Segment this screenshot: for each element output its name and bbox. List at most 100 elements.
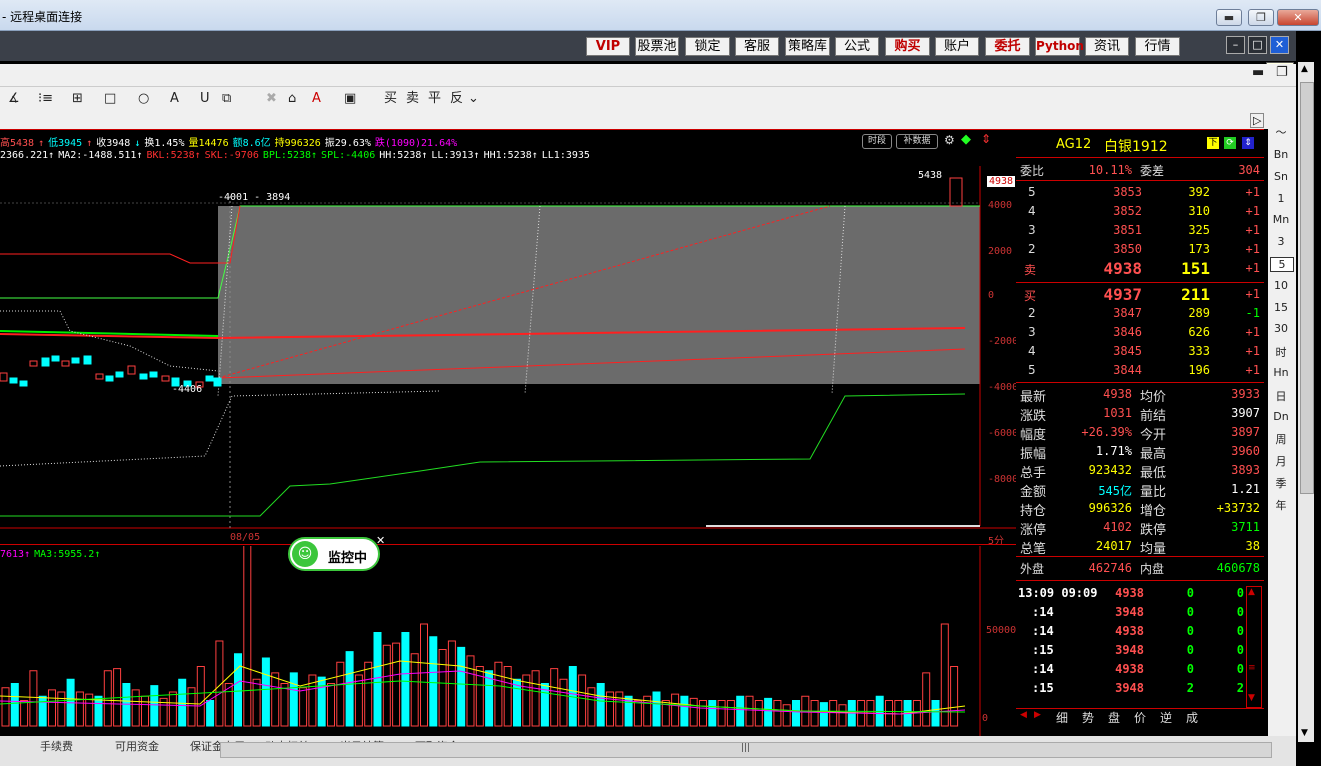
scroll-thumb[interactable] xyxy=(1300,82,1314,494)
strategy-library-button[interactable]: 策略库 xyxy=(785,37,830,56)
stat-value: 3897 xyxy=(1231,425,1260,439)
lock-icon[interactable]: ⌂ xyxy=(288,91,296,107)
quote-tab[interactable]: 逆 xyxy=(1160,709,1172,726)
vip-button[interactable]: VIP xyxy=(586,37,630,56)
scroll-up-icon[interactable]: ▲ xyxy=(1248,587,1255,597)
lock-button[interactable]: 锁定 xyxy=(685,37,730,56)
magnet-icon[interactable]: U xyxy=(200,91,210,107)
window-maximize-button[interactable]: ❐ xyxy=(1248,9,1274,26)
refresh-icon[interactable]: ⟳ xyxy=(1224,137,1236,149)
quote-tab[interactable]: 价 xyxy=(1134,709,1146,726)
period-30[interactable]: 30 xyxy=(1270,322,1292,335)
quote-tab[interactable]: 盘 xyxy=(1108,709,1120,726)
split-arrows-icon[interactable]: ⇕ xyxy=(981,132,991,146)
text-icon[interactable]: A xyxy=(170,91,179,107)
font-color-icon[interactable]: A xyxy=(312,91,321,107)
customer-service-button[interactable]: 客服 xyxy=(735,37,779,56)
period-Sn[interactable]: Sn xyxy=(1270,170,1292,183)
level-change: +1 xyxy=(1245,325,1260,339)
date-label: 08/05 xyxy=(230,532,261,543)
window-minimize-button[interactable]: ▬ xyxy=(1216,9,1242,26)
kline-chart-panel[interactable]: 高5438 ↑ 低3945 ↑ 收3948 ↓ 换1.45% 量14476 额8.6亿 持9963… xyxy=(0,129,1018,737)
period-年[interactable]: 年 xyxy=(1270,497,1292,513)
period-Hn[interactable]: Hn xyxy=(1270,366,1292,379)
trade-reverse-button[interactable]: 反 xyxy=(450,91,463,107)
expand-icon[interactable]: ▷ xyxy=(1250,113,1265,128)
market-button[interactable]: 行情 xyxy=(1135,37,1180,56)
grid-icon[interactable]: ⊞ xyxy=(72,91,83,107)
volume-bar xyxy=(299,687,308,727)
news-button[interactable]: 资讯 xyxy=(1085,37,1129,56)
tab-next-icon[interactable]: ▶ xyxy=(1034,710,1041,720)
app-close-button[interactable]: ✕ xyxy=(1270,36,1289,54)
angle-line-icon[interactable]: ∡ xyxy=(8,91,20,107)
sort-icon[interactable]: ⇕ xyxy=(1242,137,1254,149)
parallel-lines-icon[interactable]: ⁝≡ xyxy=(38,91,53,107)
info-token: 额8.6亿 xyxy=(232,138,271,149)
formula-button[interactable]: 公式 xyxy=(835,37,879,56)
period-Mn[interactable]: Mn xyxy=(1270,213,1292,226)
style-icon[interactable]: ▣ xyxy=(344,91,356,107)
trade-buy-button[interactable]: 买 xyxy=(384,91,397,107)
app-minimize-button[interactable]: – xyxy=(1226,36,1245,54)
settings-gear-icon[interactable]: ⚙ xyxy=(944,133,955,147)
period-3[interactable]: 3 xyxy=(1270,235,1292,248)
period-Bn[interactable]: Bn xyxy=(1270,148,1292,161)
more-chevron-icon[interactable]: ⌄ xyxy=(468,91,479,107)
circle-icon[interactable]: ○ xyxy=(138,91,149,107)
copy-icon[interactable]: ⧉ xyxy=(222,91,231,107)
period-季[interactable]: 季 xyxy=(1270,475,1292,491)
account-button[interactable]: 账户 xyxy=(935,37,979,56)
restore-icon[interactable]: ❐ xyxy=(1276,65,1288,81)
fill-data-button[interactable]: 补数据 xyxy=(896,134,938,149)
info-token: 2366.221↑ xyxy=(0,150,55,161)
green-diamond-icon[interactable]: ◆ xyxy=(961,132,971,147)
app-maximize-button[interactable]: □ xyxy=(1248,36,1267,54)
down-button[interactable]: 下 xyxy=(1207,137,1219,149)
buy-button[interactable]: 购买 xyxy=(885,37,930,56)
window-close-button[interactable]: ✕ xyxy=(1277,9,1319,26)
period-月[interactable]: 月 xyxy=(1270,453,1292,469)
trade-sell-button[interactable]: 卖 xyxy=(406,91,419,107)
quote-tab[interactable]: 细 xyxy=(1056,709,1068,726)
period-日[interactable]: 日 xyxy=(1270,388,1292,404)
stat-value: 3711 xyxy=(1231,520,1260,534)
scroll-down-icon[interactable]: ▼ xyxy=(1301,728,1308,738)
order-button[interactable]: 委托 xyxy=(985,37,1030,56)
period-时[interactable]: 时 xyxy=(1270,344,1292,360)
tab-prev-icon[interactable]: ◀ xyxy=(1020,710,1027,720)
scroll-down-icon[interactable]: ▼ xyxy=(1248,693,1255,703)
rectangle-icon[interactable]: □ xyxy=(104,91,116,107)
tick-time: 13:09 09:09 xyxy=(1018,586,1098,600)
monitor-badge[interactable]: ☺ 监控中 xyxy=(288,537,380,571)
python-button[interactable]: Python xyxy=(1035,37,1084,56)
trade-close-button[interactable]: 平 xyxy=(428,91,441,107)
period-Dn[interactable]: Dn xyxy=(1270,410,1292,423)
stock-pool-button[interactable]: 股票池 xyxy=(635,37,679,56)
quote-tab[interactable]: 势 xyxy=(1082,709,1094,726)
delete-icon[interactable]: ✖ xyxy=(266,91,277,107)
period-15[interactable]: 15 xyxy=(1270,301,1292,314)
horizontal-scrollbar[interactable]: ||| xyxy=(220,742,1272,758)
volume-bar xyxy=(420,623,428,727)
period-周[interactable]: 周 xyxy=(1270,431,1292,447)
stat-label: 总手 xyxy=(1020,466,1047,481)
stat-label: 增仓 xyxy=(1140,504,1167,519)
scroll-up-icon[interactable]: ▲ xyxy=(1301,64,1308,74)
period-5[interactable]: 5 xyxy=(1270,257,1294,272)
time-period-button[interactable]: 时段 xyxy=(862,134,892,149)
scroll-grip-icon[interactable]: ≡ xyxy=(1248,663,1256,673)
period-1[interactable]: 1 xyxy=(1270,192,1292,205)
line-chart-icon[interactable]: 〜 xyxy=(1270,124,1292,140)
scroll-grip[interactable]: ||| xyxy=(741,743,750,753)
tick-count: 0 xyxy=(1236,624,1244,638)
period-10[interactable]: 10 xyxy=(1270,279,1292,292)
tick-scrollbar[interactable]: ▲ ≡ ▼ xyxy=(1246,586,1262,708)
tick-price: 4938 xyxy=(1115,624,1144,638)
dock-icon[interactable]: ▬ xyxy=(1252,65,1264,81)
quote-tab[interactable]: 成 xyxy=(1186,709,1198,726)
vertical-scrollbar[interactable]: ▲ ▼ xyxy=(1298,62,1314,742)
level-volume: 211 xyxy=(1181,285,1210,304)
info-token: 收3948 xyxy=(96,138,131,149)
monitor-close-icon[interactable]: ✕ xyxy=(376,534,385,547)
